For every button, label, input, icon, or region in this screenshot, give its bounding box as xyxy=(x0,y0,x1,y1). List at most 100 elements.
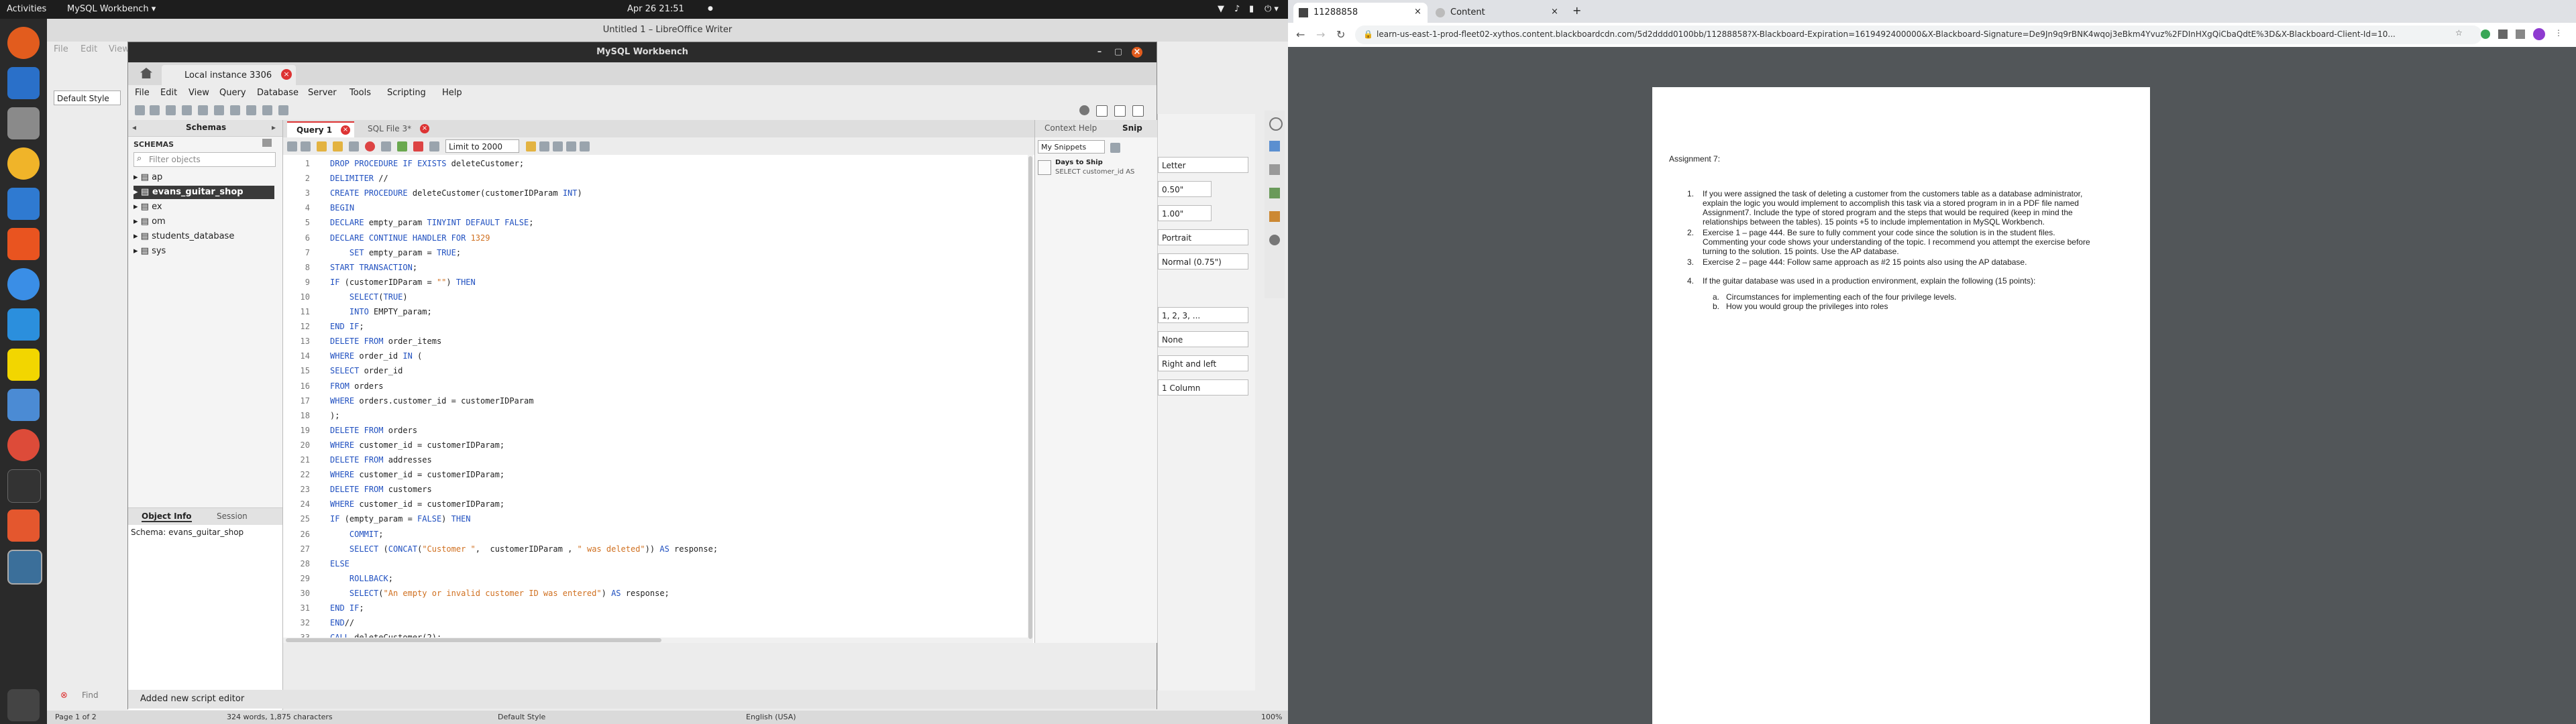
search-table-icon[interactable] xyxy=(262,105,272,115)
find-label[interactable]: Find xyxy=(82,690,99,700)
system-menu-icon[interactable]: ⏻ ▾ xyxy=(1265,4,1279,14)
open-file-icon[interactable] xyxy=(287,141,297,152)
inspector-icon[interactable] xyxy=(166,105,176,115)
nav-left-icon[interactable]: ◂ xyxy=(132,123,136,132)
lo-menu-edit[interactable]: Edit xyxy=(80,44,97,54)
expand-icon[interactable]: ▸ ▤ xyxy=(133,187,152,197)
tab-context-help[interactable]: Context Help xyxy=(1044,123,1097,133)
help-icon[interactable] xyxy=(7,268,40,300)
lo-zoom[interactable]: 100% xyxy=(1261,713,1282,721)
tab-content[interactable]: Content × xyxy=(1430,3,1564,23)
clock[interactable]: Apr 26 21:51 xyxy=(627,4,684,14)
save-icon[interactable] xyxy=(301,141,311,152)
software-icon[interactable] xyxy=(7,228,40,260)
battery-icon[interactable]: ▮ xyxy=(1249,4,1254,14)
close-tab-icon[interactable]: × xyxy=(1414,7,1421,17)
tab-session[interactable]: Session xyxy=(217,511,248,521)
extensions-puzzle-icon[interactable] xyxy=(2516,29,2525,39)
notes-icon[interactable] xyxy=(7,349,40,381)
create-view-icon[interactable] xyxy=(214,105,224,115)
chrome-icon[interactable] xyxy=(7,429,40,461)
tab-sql-file-3[interactable]: SQL File 3* × xyxy=(358,121,432,137)
bookmark-star-icon[interactable]: ☆ xyxy=(2455,28,2463,38)
back-icon[interactable]: ← xyxy=(1296,28,1305,41)
manage-changes-icon[interactable] xyxy=(1269,235,1280,245)
lo-margin-top[interactable]: 0.50" xyxy=(1158,181,1212,197)
menu-query[interactable]: Query xyxy=(219,88,246,98)
schema-item[interactable]: ▸ ▤ ap xyxy=(133,171,162,184)
menu-view[interactable]: View xyxy=(189,88,209,98)
toggle-output-icon[interactable] xyxy=(1114,105,1126,117)
thunderbird-icon[interactable] xyxy=(7,67,40,99)
expand-icon[interactable]: ▸ ▤ xyxy=(133,172,152,182)
lo-page-size[interactable]: Letter xyxy=(1158,157,1248,173)
tab-snippets[interactable]: Snip xyxy=(1122,123,1142,133)
expand-icon[interactable]: ▸ ▤ xyxy=(133,231,152,241)
forward-icon[interactable]: → xyxy=(1316,28,1325,41)
toggle-error-icon[interactable] xyxy=(381,141,391,152)
lo-margins[interactable]: Normal (0.75") xyxy=(1158,253,1248,269)
maximize-icon[interactable]: ▢ xyxy=(1113,47,1124,58)
menu-edit[interactable]: Edit xyxy=(160,88,177,98)
minimize-icon[interactable]: – xyxy=(1094,47,1105,58)
autocommit-icon[interactable] xyxy=(429,141,439,152)
schema-item[interactable]: ▸ ▤ students_database xyxy=(133,230,234,243)
show-apps-icon[interactable] xyxy=(7,689,40,721)
scrollbar-thumb[interactable] xyxy=(1028,156,1032,639)
add-snippet-icon[interactable] xyxy=(526,141,536,152)
wrap-icon[interactable] xyxy=(580,141,590,152)
commit-icon[interactable] xyxy=(397,141,407,152)
beautify-icon[interactable] xyxy=(539,141,549,152)
chrome-menu-icon[interactable]: ⋮ xyxy=(2555,28,2563,38)
create-schema-icon[interactable] xyxy=(182,105,192,115)
explain-icon[interactable] xyxy=(349,141,359,152)
create-procedure-icon[interactable] xyxy=(230,105,240,115)
expand-icon[interactable]: ▸ ▤ xyxy=(133,246,152,256)
rhythmbox-icon[interactable] xyxy=(7,147,40,180)
rollback-icon[interactable] xyxy=(413,141,423,152)
close-tab-icon[interactable]: × xyxy=(281,69,292,80)
tab-pdf[interactable]: 11288858 × xyxy=(1293,3,1428,23)
page-icon[interactable] xyxy=(1269,141,1280,152)
terminal-icon[interactable] xyxy=(7,469,41,503)
properties-icon[interactable] xyxy=(1269,117,1283,131)
filter-objects-input[interactable]: Filter objects xyxy=(133,152,276,167)
mysql-workbench-icon[interactable] xyxy=(7,550,42,585)
close-find-icon[interactable]: ⊗ xyxy=(60,690,68,701)
menu-scripting[interactable]: Scripting xyxy=(387,88,426,98)
lo-numbering[interactable]: 1, 2, 3, ... xyxy=(1158,307,1248,323)
reload-icon[interactable]: ↻ xyxy=(1336,28,1345,41)
open-sql-icon[interactable] xyxy=(150,105,160,115)
vscode-icon[interactable] xyxy=(7,308,40,341)
insert-snippet-icon[interactable] xyxy=(1110,143,1120,153)
close-tab-icon[interactable]: × xyxy=(420,124,429,133)
find-icon[interactable] xyxy=(553,141,563,152)
close-icon[interactable]: × xyxy=(1132,47,1142,58)
menu-server[interactable]: Server xyxy=(308,88,337,98)
schema-item[interactable]: ▸ ▤ sys xyxy=(133,245,166,258)
stop-icon[interactable] xyxy=(365,141,375,152)
paragraph-style-select[interactable]: Default Style xyxy=(54,90,121,105)
refresh-schemas-icon[interactable] xyxy=(262,139,272,147)
menu-database[interactable]: Database xyxy=(257,88,299,98)
lo-background[interactable]: None xyxy=(1158,331,1248,347)
menu-help[interactable]: Help xyxy=(442,88,462,98)
vertical-scrollbar[interactable] xyxy=(1028,155,1033,643)
execute-current-icon[interactable] xyxy=(333,141,343,152)
snippet-item[interactable]: Days to Ship SELECT customer_id AS xyxy=(1038,158,1155,179)
scrollbar-thumb[interactable] xyxy=(286,638,661,642)
expand-icon[interactable]: ▸ ▤ xyxy=(133,202,152,212)
gallery-icon[interactable] xyxy=(1269,188,1280,198)
reconnect-icon[interactable] xyxy=(278,105,288,115)
lo-menu-view[interactable]: View xyxy=(109,44,129,54)
home-icon[interactable] xyxy=(140,68,152,78)
preferences-icon[interactable] xyxy=(1079,105,1089,115)
snippets-select[interactable]: My Snippets xyxy=(1038,140,1105,154)
menu-tools[interactable]: Tools xyxy=(350,88,371,98)
wifi-icon[interactable]: ▼ xyxy=(1218,4,1224,14)
create-table-icon[interactable] xyxy=(198,105,208,115)
url-bar[interactable]: 🔒 learn-us-east-1-prod-fleet02-xythos.co… xyxy=(1355,25,2482,44)
tab-object-info[interactable]: Object Info xyxy=(142,511,192,522)
avatar[interactable] xyxy=(2533,28,2545,40)
impress-icon[interactable] xyxy=(7,509,40,542)
